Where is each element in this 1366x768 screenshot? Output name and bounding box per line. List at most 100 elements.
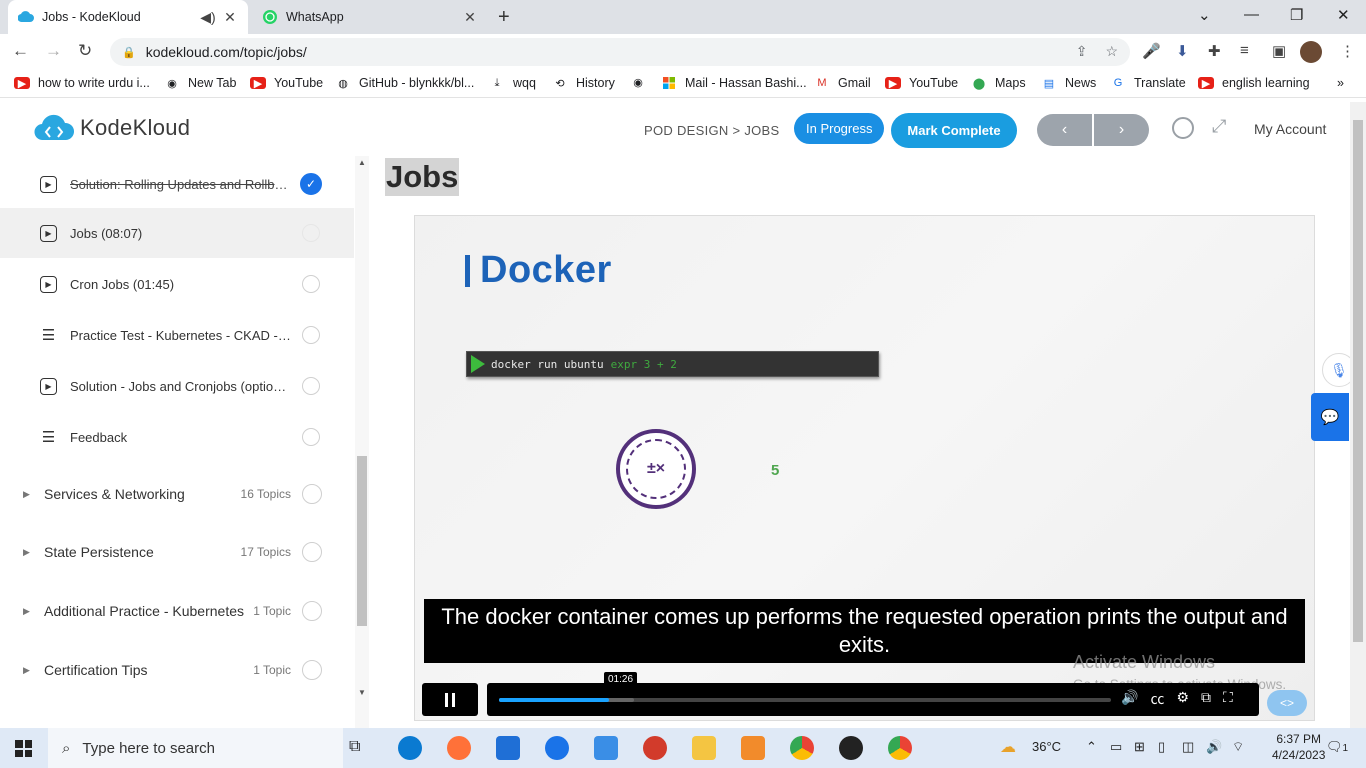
close-window-icon[interactable]: ✕ — [1337, 6, 1350, 24]
speaker-icon[interactable]: ◀) — [200, 9, 216, 26]
side-panel-icon[interactable]: ▣ — [1272, 42, 1286, 60]
progress-track[interactable]: 01:26 — [499, 672, 1111, 702]
expand-arrow-icon[interactable]: ▶ — [23, 547, 30, 558]
app-icon[interactable] — [643, 736, 667, 760]
system-clock[interactable]: 6:37 PM 4/24/2023 — [1272, 731, 1325, 763]
page-scrollbar[interactable] — [1350, 102, 1366, 728]
sidebar-scrollbar[interactable]: ▲ ▼ — [355, 156, 369, 728]
bookmark-item[interactable]: ⬤ Maps — [971, 76, 1026, 90]
restore-icon[interactable]: ❐ — [1290, 6, 1303, 24]
mail-icon[interactable] — [594, 736, 618, 760]
close-tab-icon[interactable]: ✕ — [462, 9, 478, 26]
pause-button[interactable] — [422, 683, 478, 716]
scroll-up-icon[interactable]: ▲ — [358, 158, 366, 167]
show-hidden-icons[interactable]: ⌃ — [1086, 739, 1097, 755]
bookmark-item[interactable]: ▶ english learning — [1198, 76, 1310, 90]
bookmark-star-icon[interactable]: ☆ — [1105, 43, 1118, 60]
wifi-icon[interactable]: ⌔ — [1232, 739, 1244, 755]
download-extension-icon[interactable]: ⬇ — [1176, 42, 1189, 60]
settings-app-icon[interactable] — [741, 736, 765, 760]
bookmark-item[interactable]: ▶ how to write urdu i... — [14, 76, 150, 90]
menu-kebab-icon[interactable]: ⋮ — [1340, 42, 1355, 60]
volume-icon[interactable]: 🔊 — [1206, 739, 1222, 755]
close-tab-icon[interactable]: ✕ — [222, 9, 238, 26]
mic-extension-icon[interactable]: 🎤 — [1142, 42, 1161, 60]
my-account-link[interactable]: My Account — [1254, 121, 1326, 137]
captions-icon[interactable]: ㏄ — [1150, 689, 1164, 709]
tab-whatsapp[interactable]: WhatsApp ✕ — [252, 0, 488, 34]
bookmark-item[interactable]: Mail - Hassan Bashi... — [661, 76, 807, 90]
new-tab-button[interactable]: + — [498, 6, 510, 29]
breadcrumb[interactable]: POD DESIGN > JOBS — [644, 123, 780, 138]
bookmark-item[interactable]: ◉ — [630, 76, 654, 89]
in-progress-button[interactable]: In Progress — [794, 113, 885, 144]
tab-kodekloud[interactable]: Jobs - KodeKloud ◀) ✕ — [8, 0, 248, 34]
extensions-puzzle-icon[interactable]: ✚ — [1208, 42, 1221, 60]
lesson-item[interactable]: ☰ Feedback — [0, 412, 354, 462]
tab-search-icon[interactable]: ⌄ — [1198, 6, 1211, 24]
chrome-active-icon[interactable] — [888, 736, 912, 760]
kodekloud-logo[interactable]: KodeKloud — [34, 114, 190, 142]
section-item[interactable]: ▶ Additional Practice - Kubernetes 1 Top… — [0, 584, 354, 638]
file-explorer-icon[interactable] — [692, 736, 716, 760]
scroll-down-icon[interactable]: ▼ — [358, 688, 366, 697]
task-view-icon[interactable]: ⧉ — [349, 738, 373, 762]
video-player[interactable]: Docker docker run ubuntu expr 3 + 2 ±× 5… — [414, 215, 1315, 721]
media-control-icon[interactable]: ≡ — [1240, 42, 1249, 59]
sidebar-scroll-thumb[interactable] — [357, 456, 367, 626]
reload-icon[interactable]: ↻ — [78, 41, 92, 61]
edge-icon[interactable] — [398, 736, 422, 760]
section-item[interactable]: ▶ Certification Tips 1 Topic — [0, 643, 354, 697]
temperature[interactable]: 36°C — [1032, 739, 1061, 754]
expand-arrow-icon[interactable]: ▶ — [23, 489, 30, 500]
profile-avatar[interactable] — [1300, 41, 1322, 63]
expand-arrow-icon[interactable]: ▶ — [23, 606, 30, 617]
lesson-item[interactable]: ▶ Cron Jobs (01:45) — [0, 259, 354, 309]
network-icon[interactable]: ⊞ — [1134, 739, 1145, 755]
bookmark-item[interactable]: ⟲ History — [552, 76, 615, 90]
dark-mode-toggle-icon[interactable] — [1172, 117, 1194, 139]
fullscreen-icon[interactable]: ⛶ — [1223, 689, 1233, 709]
section-item[interactable]: ▶ Services & Networking 16 Topics — [0, 467, 354, 521]
bookmark-item[interactable]: ◍ GitHub - blynkkk/bl... — [335, 76, 474, 90]
chrome-icon[interactable] — [790, 736, 814, 760]
windows-start-icon[interactable] — [15, 740, 32, 757]
bookmark-item[interactable]: G Translate — [1110, 76, 1186, 90]
minimize-icon[interactable]: — — [1244, 6, 1259, 23]
picture-in-picture-icon[interactable]: ⧉ — [1201, 689, 1211, 709]
lock-icon[interactable]: 🔒 — [122, 46, 136, 59]
expand-arrow-icon[interactable]: ▶ — [23, 665, 30, 676]
camera-app-icon[interactable] — [839, 736, 863, 760]
chat-icon[interactable]: 💬 — [1311, 393, 1349, 441]
lesson-item[interactable]: ☰ Practice Test - Kubernetes - CKAD - Jo… — [0, 310, 354, 360]
address-bar[interactable]: 🔒 kodekloud.com/topic/jobs/ ⇪ ☆ — [110, 38, 1130, 66]
bookmark-item[interactable]: ▶ YouTube — [250, 76, 323, 90]
back-icon[interactable]: ← — [12, 41, 29, 61]
forward-icon[interactable]: → — [45, 41, 62, 61]
lesson-item[interactable]: ▶ Solution: Rolling Updates and Rollback… — [0, 159, 354, 209]
page-scroll-thumb[interactable] — [1353, 120, 1363, 642]
more-bookmarks-icon[interactable]: » — [1337, 76, 1344, 90]
firefox-icon[interactable] — [447, 736, 471, 760]
section-item[interactable]: ▶ State Persistence 17 Topics — [0, 525, 354, 579]
bookmark-item[interactable]: ◉ New Tab — [164, 76, 236, 90]
store-icon[interactable] — [496, 736, 520, 760]
bookmark-item[interactable]: ▶ YouTube — [885, 76, 958, 90]
device-icon[interactable]: ▯ — [1158, 739, 1165, 755]
mark-complete-button[interactable]: Mark Complete — [891, 113, 1017, 148]
bookmark-item[interactable]: M Gmail — [814, 76, 870, 90]
lesson-item-current[interactable]: ▶ Jobs (08:07) — [0, 208, 354, 258]
kodekloud-float-icon[interactable]: <> — [1267, 690, 1307, 716]
taskbar-search[interactable]: ⌕ Type here to search — [48, 728, 343, 768]
camera-icon[interactable]: ◫ — [1182, 739, 1194, 755]
battery-icon[interactable]: ▭ — [1110, 739, 1122, 755]
share-icon[interactable]: ⇪ — [1076, 43, 1088, 60]
weather-icon[interactable]: ☁ — [1000, 737, 1016, 757]
notification-icon[interactable]: 🗨1 — [1326, 739, 1348, 755]
phone-link-icon[interactable] — [545, 736, 569, 760]
previous-lesson-button[interactable]: ‹ — [1037, 114, 1094, 146]
bookmark-item[interactable]: ⤓ wqq — [489, 76, 536, 90]
fullscreen-icon[interactable]: ⤢ — [1212, 116, 1226, 137]
lesson-item[interactable]: ▶ Solution - Jobs and Cronjobs (optional… — [0, 361, 354, 411]
volume-icon[interactable]: 🔊 — [1121, 689, 1138, 709]
